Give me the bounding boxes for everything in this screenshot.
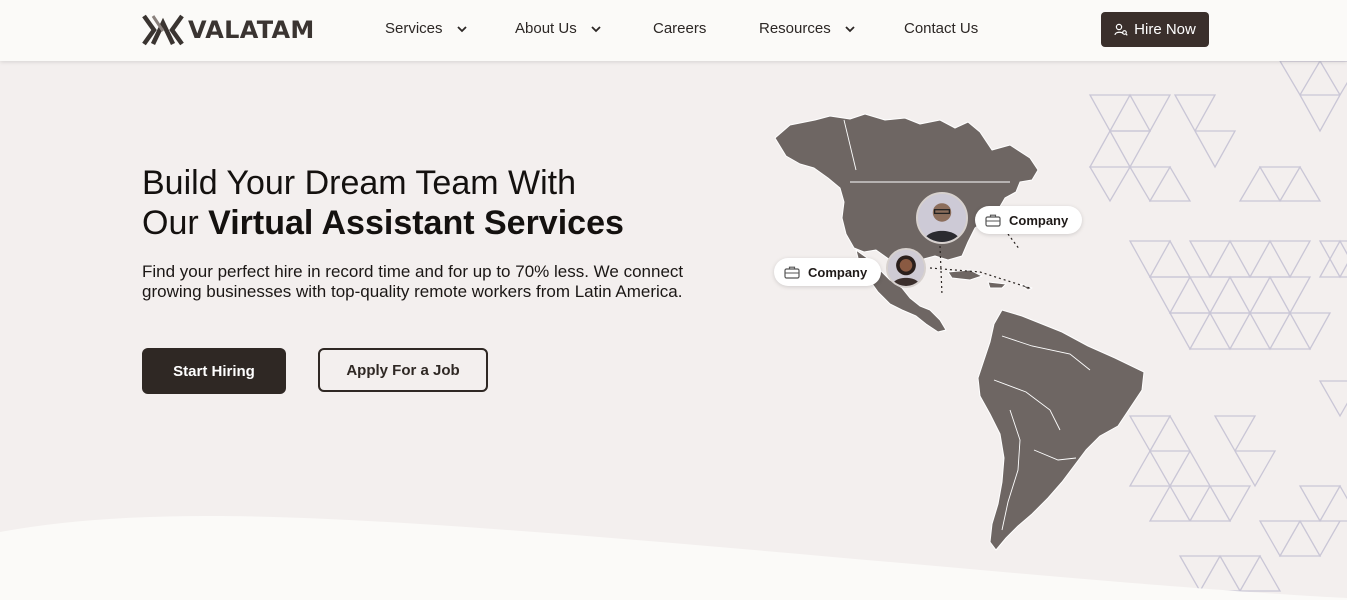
americas-map-graphic bbox=[774, 113, 1145, 551]
team-member-avatar bbox=[916, 192, 968, 244]
company-chip-label: Company bbox=[808, 264, 868, 280]
nav-item-label: Resources bbox=[759, 20, 831, 37]
start-hiring-button[interactable]: Start Hiring bbox=[142, 348, 286, 394]
hero-title-line2-prefix: Our bbox=[142, 204, 209, 242]
nav-item-about-us[interactable]: About Us bbox=[515, 20, 603, 37]
hero-title: Build Your Dream Team With Our Virtual A… bbox=[142, 163, 702, 243]
hero-title-line2-strong: Virtual Assistant Services bbox=[208, 204, 624, 242]
apply-for-job-button[interactable]: Apply For a Job bbox=[318, 348, 488, 392]
hire-now-label: Hire Now bbox=[1134, 21, 1196, 38]
nav-item-careers[interactable]: Careers bbox=[653, 20, 706, 37]
person-icon bbox=[918, 194, 966, 242]
nav-item-label: Services bbox=[385, 20, 443, 37]
nav-item-label: Careers bbox=[653, 20, 707, 37]
briefcase-icon bbox=[784, 266, 800, 279]
chevron-down-icon bbox=[591, 25, 601, 32]
company-chip: Company bbox=[774, 258, 882, 286]
company-chip: Company bbox=[975, 206, 1083, 234]
team-member-avatar bbox=[886, 248, 926, 288]
nav-item-resources[interactable]: Resources bbox=[759, 20, 857, 37]
chevron-down-icon bbox=[456, 25, 467, 32]
briefcase-icon bbox=[985, 214, 1001, 227]
user-search-icon bbox=[1114, 23, 1128, 36]
person-icon bbox=[888, 250, 924, 286]
nav-item-contact-us[interactable]: Contact Us bbox=[904, 20, 978, 37]
hero-description: Find your perfect hire in record time an… bbox=[142, 262, 684, 301]
bottom-wave-divider bbox=[0, 515, 1347, 600]
nav-item-label: Contact Us bbox=[904, 20, 979, 37]
hire-now-button[interactable]: Hire Now bbox=[1101, 12, 1209, 47]
nav-item-services[interactable]: Services bbox=[385, 20, 469, 37]
company-chip-label: Company bbox=[1009, 212, 1069, 228]
hero-title-line1: Build Your Dream Team With bbox=[142, 164, 577, 202]
nav-item-label: About Us bbox=[515, 20, 577, 37]
chevron-down-icon bbox=[845, 25, 855, 32]
site-header: VALATAM Services About Us Careers Resour… bbox=[0, 0, 1347, 61]
